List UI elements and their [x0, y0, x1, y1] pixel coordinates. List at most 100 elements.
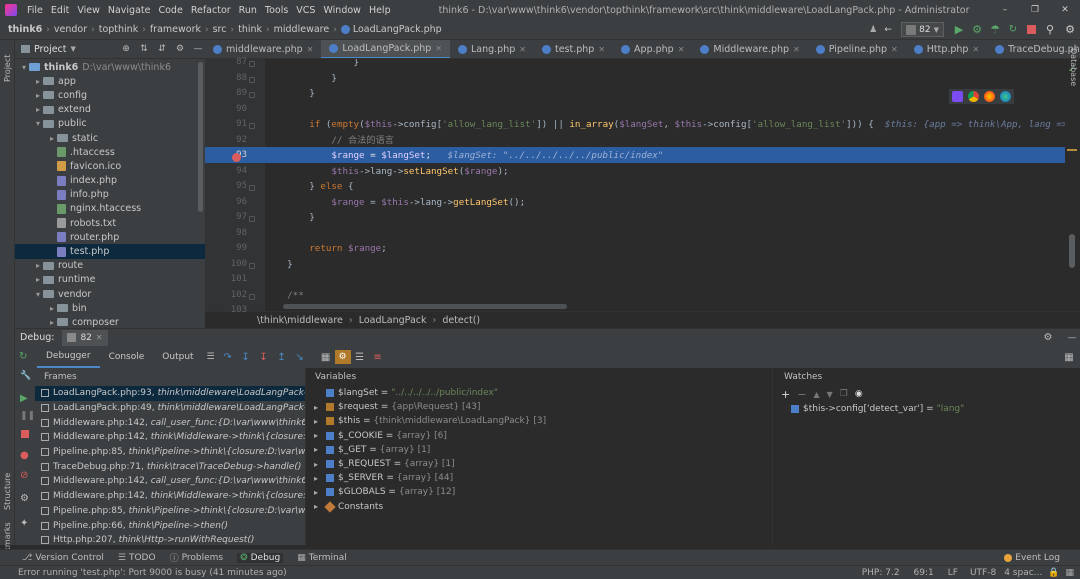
frame-row[interactable]: LoadLangPack.php:49, think\middleware\Loa…: [35, 401, 305, 416]
project-header-label[interactable]: Project: [34, 44, 67, 55]
tool-version-control[interactable]: ⎇ Version Control: [22, 553, 104, 563]
chevron-down-icon[interactable]: ▾: [33, 119, 43, 128]
resume-icon[interactable]: ▶: [20, 393, 28, 404]
code-crumb-method[interactable]: detect(): [442, 315, 480, 326]
firefox-icon[interactable]: [984, 91, 995, 102]
line-number[interactable]: 101: [205, 274, 247, 284]
duplicate-icon[interactable]: ❐: [840, 389, 848, 399]
menu-window[interactable]: Window: [319, 5, 364, 16]
phpstorm-browser-icon[interactable]: [952, 91, 963, 102]
tab-pipeline-php[interactable]: Pipeline.php ✕: [808, 40, 906, 58]
fold-marker-icon[interactable]: [249, 76, 255, 83]
tab-lang-php[interactable]: Lang.php ✕: [450, 40, 534, 58]
chevron-right-icon[interactable]: ▸: [314, 417, 326, 426]
variable-row[interactable]: ▸ $request = {app\Request} [43]: [306, 400, 772, 414]
profile-icon[interactable]: ↻: [1004, 24, 1022, 35]
user-icon[interactable]: ♟: [865, 25, 881, 35]
back-arrow-icon[interactable]: ←: [881, 25, 895, 35]
tab-test-php[interactable]: test.php ✕: [534, 40, 613, 58]
nav-crumb-src[interactable]: src: [209, 24, 231, 35]
tab-console[interactable]: Console: [100, 346, 154, 368]
line-number[interactable]: 102: [205, 290, 247, 300]
database-tool-label[interactable]: Database: [1069, 48, 1078, 86]
line-number[interactable]: 90: [205, 104, 247, 114]
close-icon[interactable]: ✕: [598, 45, 605, 54]
debug-session-tab[interactable]: 82 ✕: [62, 329, 108, 346]
tree-item[interactable]: ▸ route: [15, 259, 205, 273]
close-icon[interactable]: ✕: [891, 45, 898, 54]
pin-icon[interactable]: ✦: [20, 518, 28, 529]
menu-refactor[interactable]: Refactor: [187, 5, 235, 16]
layout-icon[interactable]: ▦: [1058, 352, 1080, 363]
menu-vcs[interactable]: VCS: [292, 5, 319, 16]
expand-all-icon[interactable]: ⇅: [137, 44, 151, 54]
project-scrollbar[interactable]: [198, 62, 203, 212]
frame-row[interactable]: Middleware.php:142, think\Middleware->thi…: [35, 489, 305, 504]
gear-icon[interactable]: ⚙: [20, 493, 29, 504]
tree-item[interactable]: robots.txt: [15, 216, 205, 230]
variable-row[interactable]: ▸ $this = {think\middleware\LoadLangPack}…: [306, 414, 772, 428]
frame-row[interactable]: Pipeline.php:66, think\Pipeline->then(): [35, 518, 305, 533]
close-icon[interactable]: ✕: [96, 333, 103, 342]
fold-marker-icon[interactable]: [249, 262, 255, 269]
tree-item[interactable]: ▾ think6 D:\var\www\think6: [15, 60, 205, 74]
close-icon[interactable]: ✕: [435, 44, 442, 53]
nav-crumb-root[interactable]: think6: [0, 24, 46, 35]
chevron-right-icon[interactable]: ▸: [33, 105, 43, 114]
line-number[interactable]: 92: [205, 135, 247, 145]
hide-panel-icon[interactable]: —: [191, 44, 205, 54]
chevron-down-icon[interactable]: ▼: [71, 45, 76, 53]
list-filter-icon[interactable]: ≡: [369, 352, 387, 363]
chevron-right-icon[interactable]: ▸: [33, 77, 43, 86]
list-numbered-icon[interactable]: ☰: [351, 352, 369, 363]
tree-item[interactable]: test.php: [15, 244, 205, 259]
move-up-icon[interactable]: ▲: [813, 390, 819, 399]
fold-marker-icon[interactable]: [249, 61, 255, 67]
tab-debugger[interactable]: Debugger: [37, 346, 100, 368]
variable-row[interactable]: ▸ $GLOBALS = {array} [12]: [306, 485, 772, 499]
status-line-separator[interactable]: LF: [948, 568, 958, 578]
variable-row[interactable]: ▸ $_GET = {array} [1]: [306, 443, 772, 457]
variable-row[interactable]: ▸ Constants: [306, 500, 772, 514]
chevron-right-icon[interactable]: ▸: [314, 445, 326, 454]
variable-row[interactable]: ▸ $_REQUEST = {array} [1]: [306, 457, 772, 471]
wrench-icon[interactable]: 🔧: [20, 371, 31, 381]
tool-debug[interactable]: ❂ Debug: [237, 552, 284, 563]
nav-crumb-think[interactable]: think: [234, 24, 266, 35]
watch-item[interactable]: $this->config['detect_var'] = "lang": [773, 402, 1080, 416]
status-encoding[interactable]: UTF-8: [970, 568, 996, 578]
nav-crumb-vendor[interactable]: vendor: [50, 24, 91, 35]
tab-http-php[interactable]: Http.php ✕: [906, 40, 987, 58]
step-over-icon[interactable]: ↷: [219, 352, 237, 363]
chevron-right-icon[interactable]: ▸: [314, 474, 326, 483]
show-watches-eye-icon[interactable]: ◉: [855, 389, 863, 399]
tool-event-log[interactable]: Event Log: [1004, 553, 1060, 563]
locate-file-icon[interactable]: ⊕: [119, 44, 133, 54]
tree-item[interactable]: ▾ vendor: [15, 287, 205, 301]
stop-icon[interactable]: [21, 430, 29, 438]
minimize-icon[interactable]: –: [990, 5, 1020, 15]
frame-row[interactable]: Pipeline.php:85, think\Pipeline->think\{c…: [35, 504, 305, 519]
editor-scrollbar[interactable]: ✓: [1065, 59, 1080, 311]
tab-middleware-php[interactable]: middleware.php ✕: [205, 40, 321, 58]
chevron-right-icon[interactable]: ▸: [314, 403, 326, 412]
pause-icon[interactable]: ❚❚: [20, 411, 35, 421]
tree-item[interactable]: .htaccess: [15, 145, 205, 159]
line-number[interactable]: 97: [205, 212, 247, 222]
chevron-right-icon[interactable]: ▸: [314, 431, 326, 440]
view-breakpoints-icon[interactable]: ●: [20, 450, 29, 461]
line-number[interactable]: 91: [205, 119, 247, 129]
run-config-selector[interactable]: 82 ▼: [901, 22, 944, 37]
tree-item[interactable]: ▸ extend: [15, 103, 205, 117]
line-number[interactable]: 96: [205, 197, 247, 207]
step-into-icon[interactable]: ↧: [237, 352, 255, 363]
tab-loadlangpack-php[interactable]: LoadLangPack.php ✕: [321, 40, 450, 58]
step-out-icon[interactable]: ↥: [273, 352, 291, 363]
line-number[interactable]: 99: [205, 243, 247, 253]
line-number[interactable]: 89: [205, 88, 247, 98]
add-watch-icon[interactable]: +: [781, 388, 790, 401]
stop-icon[interactable]: [1022, 25, 1040, 34]
nav-crumb-middleware[interactable]: middleware: [270, 24, 334, 35]
coverage-icon[interactable]: ☂: [986, 23, 1004, 36]
remove-watch-icon[interactable]: −: [797, 388, 806, 401]
